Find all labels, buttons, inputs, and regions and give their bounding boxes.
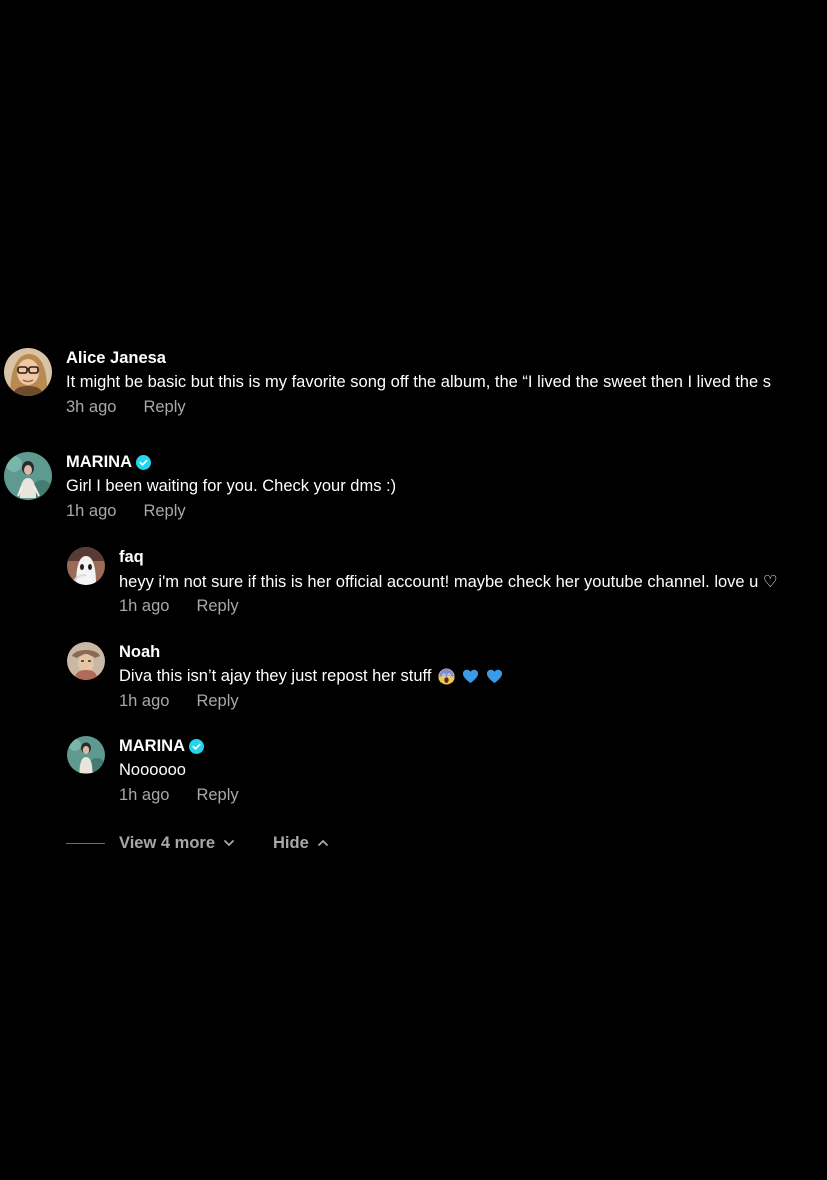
comment-header: Noah — [119, 643, 160, 662]
comment-timestamp: 1h ago — [119, 692, 170, 710]
thread-controls: View 4 more Hide — [66, 832, 330, 854]
avatar-noah-icon — [67, 642, 105, 680]
comment-header: faq — [119, 548, 144, 567]
reply-faq: faq heyy i'm not sure if this is her off… — [0, 547, 827, 627]
comment-timestamp: 1h ago — [119, 597, 170, 615]
comment-timestamp: 1h ago — [119, 786, 170, 804]
reply-noah: Noah Diva this isn’t ajay they just repo… — [0, 642, 827, 722]
comment-text-content: Noooooo — [119, 761, 186, 779]
comment-text: Girl I been waiting for you. Check your … — [66, 477, 396, 496]
blue-heart-emoji-icon — [462, 668, 479, 685]
comment-text-content: It might be basic but this is my favorit… — [66, 373, 771, 391]
avatar-alice-janesa-icon — [4, 348, 52, 396]
comment-marina: MARINA Girl I been waiting for you. Chec… — [0, 452, 827, 532]
reply-button[interactable]: Reply — [196, 692, 238, 711]
screaming-face-emoji-icon — [438, 668, 456, 685]
reply-button[interactable]: Reply — [196, 597, 238, 616]
reply-button[interactable]: Reply — [143, 502, 185, 521]
verified-badge-icon — [189, 739, 204, 754]
reply-button[interactable]: Reply — [143, 398, 185, 417]
comment-text: Noooooo — [119, 761, 186, 780]
comment-header: Alice Janesa — [66, 349, 166, 368]
avatar-marina-icon — [67, 736, 105, 774]
divider — [66, 842, 105, 844]
avatar-marina-icon — [4, 452, 52, 500]
hide-label: Hide — [273, 833, 309, 852]
verified-badge-icon — [136, 455, 151, 470]
comment-author[interactable]: faq — [119, 548, 144, 567]
view-more-label: View 4 more — [119, 833, 215, 852]
chevron-down-icon — [222, 836, 236, 850]
avatar[interactable] — [4, 348, 52, 396]
comment-author[interactable]: MARINA — [119, 737, 185, 756]
comment-author[interactable]: Alice Janesa — [66, 349, 166, 368]
comment-timestamp: 1h ago — [66, 502, 117, 520]
comment-header: MARINA — [66, 453, 151, 472]
blue-heart-emoji-icon — [486, 668, 503, 685]
comment-timestamp: 3h ago — [66, 398, 117, 416]
hide-replies-button[interactable]: Hide — [273, 834, 330, 853]
reply-marina: MARINA Noooooo 1h ago Reply — [0, 736, 827, 816]
comment-text-content: Diva this isn’t ajay they just repost he… — [119, 667, 432, 685]
comment-meta: 3h ago Reply — [66, 398, 186, 417]
avatar[interactable] — [67, 642, 105, 680]
comment-alice-janesa: Alice Janesa It might be basic but this … — [0, 348, 827, 428]
comment-thread: Alice Janesa It might be basic but this … — [0, 0, 827, 1180]
comment-text-content: Girl I been waiting for you. Check your … — [66, 477, 397, 495]
comment-author[interactable]: Noah — [119, 643, 160, 662]
avatar[interactable] — [67, 547, 105, 585]
comment-meta: 1h ago Reply — [119, 597, 239, 616]
comment-meta: 1h ago Reply — [119, 786, 239, 805]
comment-text: Diva this isn’t ajay they just repost he… — [119, 667, 503, 686]
reply-button[interactable]: Reply — [196, 786, 238, 805]
avatar[interactable] — [4, 452, 52, 500]
avatar-faq-icon — [67, 547, 105, 585]
comment-meta: 1h ago Reply — [66, 502, 186, 521]
comment-text: It might be basic but this is my favorit… — [66, 373, 771, 392]
comment-text-content: heyy i'm not sure if this is her officia… — [119, 573, 778, 591]
comment-meta: 1h ago Reply — [119, 692, 239, 711]
comment-header: MARINA — [119, 737, 204, 756]
comment-text: heyy i'm not sure if this is her officia… — [119, 572, 778, 592]
chevron-up-icon — [316, 836, 330, 850]
avatar[interactable] — [67, 736, 105, 774]
comment-author[interactable]: MARINA — [66, 453, 132, 472]
view-more-replies-button[interactable]: View 4 more — [119, 834, 236, 853]
